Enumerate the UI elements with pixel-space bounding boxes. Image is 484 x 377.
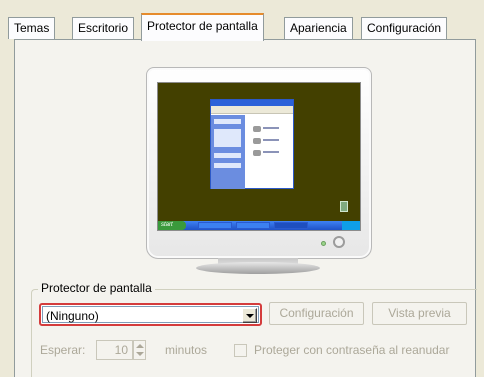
wait-minutes-input[interactable]: 10 xyxy=(96,340,133,360)
preview-button[interactable]: Vista previa xyxy=(372,302,467,325)
chevron-down-icon[interactable] xyxy=(242,308,257,323)
wait-minutes-value: 10 xyxy=(114,343,128,357)
tab-escritorio[interactable]: Escritorio xyxy=(72,17,135,39)
monitor-preview: start xyxy=(146,67,372,259)
tab-label: Protector de pantalla xyxy=(147,19,258,33)
tab-apariencia[interactable]: Apariencia xyxy=(284,17,353,39)
preview-screen: start xyxy=(157,82,361,231)
tab-label: Temas xyxy=(14,21,50,35)
screensaver-selected-value: (Ninguno) xyxy=(46,309,99,323)
mini-explorer-window xyxy=(210,99,294,189)
tab-label: Configuración xyxy=(367,21,442,35)
wait-minutes-spinner[interactable] xyxy=(133,340,146,360)
password-checkbox-label[interactable]: Proteger con contraseña al reanudar xyxy=(254,343,449,357)
screensaver-select[interactable]: (Ninguno) xyxy=(39,303,262,326)
monitor-base xyxy=(196,262,320,274)
power-button-icon xyxy=(333,236,345,248)
power-led xyxy=(321,241,326,246)
tab-label: Apariencia xyxy=(290,21,347,35)
tab-configuracion[interactable]: Configuración xyxy=(361,17,448,39)
spin-up-icon[interactable] xyxy=(136,344,144,348)
password-checkbox[interactable] xyxy=(234,344,247,357)
spin-down-icon[interactable] xyxy=(136,352,144,356)
wait-label: Esperar: xyxy=(40,343,86,357)
tab-label: Escritorio xyxy=(78,21,129,35)
recycle-bin-icon xyxy=(340,201,348,212)
screensaver-group-label: Protector de pantalla xyxy=(38,281,155,295)
settings-button[interactable]: Configuración xyxy=(269,302,364,325)
tab-temas[interactable]: Temas xyxy=(8,17,56,39)
mini-start-button: start xyxy=(158,221,186,230)
minutes-label: minutos xyxy=(165,343,208,357)
tab-protector-de-pantalla[interactable]: Protector de pantalla xyxy=(141,13,264,41)
mini-taskbar: start xyxy=(158,221,360,230)
